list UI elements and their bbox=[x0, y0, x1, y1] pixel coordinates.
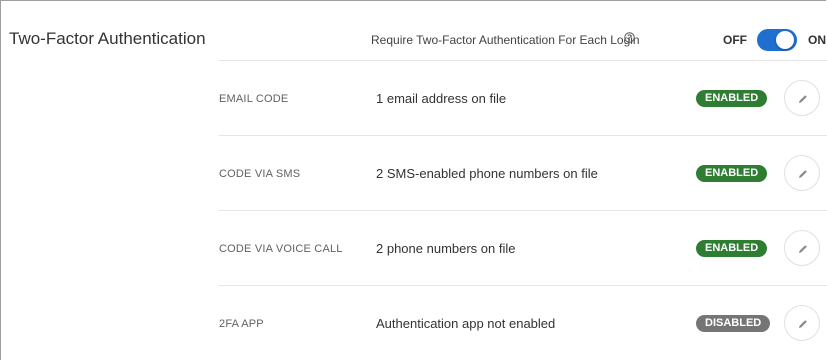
method-name: CODE VIA SMS bbox=[219, 168, 301, 180]
method-description: 2 phone numbers on file bbox=[376, 241, 516, 256]
toggle-knob bbox=[776, 31, 794, 49]
edit-2fa-app-button[interactable] bbox=[784, 305, 820, 341]
method-name: CODE VIA VOICE CALL bbox=[219, 243, 343, 255]
method-name: EMAIL CODE bbox=[219, 93, 289, 105]
pencil-icon bbox=[799, 170, 807, 178]
require-2fa-toggle[interactable] bbox=[757, 29, 797, 51]
status-badge: DISABLED bbox=[696, 315, 771, 332]
panel-header: Two-Factor Authentication Require Two-Fa… bbox=[1, 1, 827, 61]
panel-title: Two-Factor Authentication bbox=[9, 29, 206, 48]
help-circle-icon[interactable] bbox=[624, 32, 635, 43]
status-badge: ENABLED bbox=[696, 165, 768, 182]
toggle-off-label: OFF bbox=[723, 33, 747, 47]
method-name: 2FA APP bbox=[219, 318, 264, 330]
require-2fa-label: Require Two-Factor Authentication For Ea… bbox=[371, 33, 640, 47]
pencil-icon bbox=[799, 245, 807, 253]
status-badge: ENABLED bbox=[696, 90, 768, 107]
method-row-2fa-app: 2FA APP Authentication app not enabled D… bbox=[219, 286, 827, 361]
method-description: 2 SMS-enabled phone numbers on file bbox=[376, 166, 598, 181]
toggle-on-label: ON bbox=[808, 33, 826, 47]
method-row-code-via-voice-call: CODE VIA VOICE CALL 2 phone numbers on f… bbox=[219, 211, 827, 286]
method-row-code-via-sms: CODE VIA SMS 2 SMS-enabled phone numbers… bbox=[219, 136, 827, 211]
pencil-icon bbox=[799, 320, 807, 328]
edit-code-via-sms-button[interactable] bbox=[784, 155, 820, 191]
two-factor-panel: Two-Factor Authentication Require Two-Fa… bbox=[0, 0, 827, 361]
methods-list: EMAIL CODE 1 email address on file ENABL… bbox=[219, 61, 827, 361]
method-description: 1 email address on file bbox=[376, 91, 507, 106]
edit-email-code-button[interactable] bbox=[784, 80, 820, 116]
method-description: Authentication app not enabled bbox=[376, 316, 556, 331]
status-badge: ENABLED bbox=[696, 240, 768, 257]
pencil-icon bbox=[799, 95, 807, 103]
edit-code-via-voice-call-button[interactable] bbox=[784, 230, 820, 266]
method-row-email-code: EMAIL CODE 1 email address on file ENABL… bbox=[219, 61, 827, 136]
